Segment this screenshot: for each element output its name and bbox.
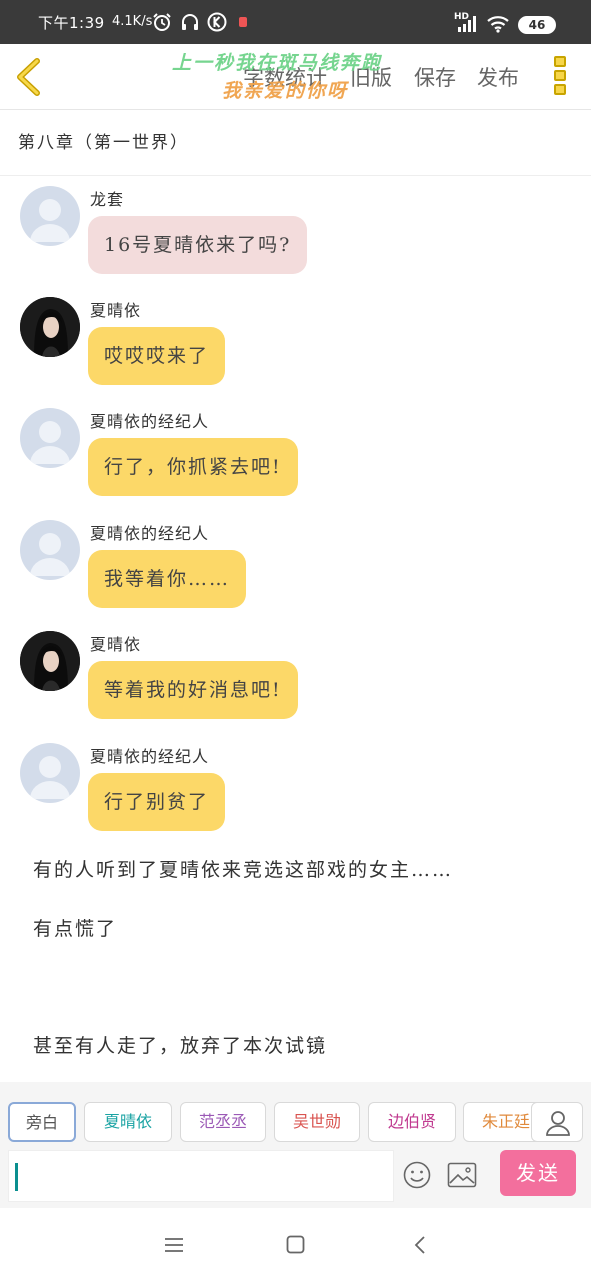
watermark-line-2: 我亲爱的你呀: [222, 80, 349, 102]
chapter-title[interactable]: 第八章（第一世界）: [18, 128, 189, 153]
message-sender: 夏晴依的经纪人: [90, 747, 210, 766]
wifi-icon: [486, 14, 510, 34]
message-input[interactable]: [8, 1150, 394, 1202]
headphones-icon: [180, 12, 200, 32]
status-net-speed: 4.1K/s: [112, 14, 153, 29]
role-label: 边伯贤: [387, 1112, 436, 1131]
status-bar: 下午1:39 4.1K/s HD 46: [0, 0, 591, 44]
role-button[interactable]: 边伯贤: [368, 1102, 456, 1142]
divider: [0, 175, 591, 176]
avatar: [20, 743, 80, 803]
status-time: 下午1:39: [38, 14, 105, 32]
avatar: [20, 186, 80, 246]
role-label: 夏晴依: [103, 1112, 152, 1131]
watermark-line-1: 上一秒我在斑马线奔跑: [172, 52, 383, 74]
role-button[interactable]: 夏晴依: [84, 1102, 172, 1142]
message-bubble[interactable]: 我等着你……: [88, 550, 247, 608]
notification-icon: [238, 12, 248, 32]
image-button[interactable]: [447, 1162, 477, 1188]
narration-text[interactable]: 有的人听到了夏晴依来竞选这部戏的女主……: [33, 855, 453, 882]
publish-button[interactable]: 发布: [477, 62, 519, 92]
image-icon: [447, 1162, 477, 1188]
role-button[interactable]: 吴世勋: [274, 1102, 360, 1142]
input-bar: 发送: [0, 1148, 591, 1208]
message-bubble[interactable]: 哎哎哎来了: [88, 327, 226, 385]
back-button[interactable]: [10, 56, 50, 98]
avatar: [20, 520, 80, 580]
avatar: [20, 408, 80, 468]
message-bubble[interactable]: 行了，你抓紧去吧!: [88, 438, 298, 496]
home-square-icon[interactable]: [285, 1234, 307, 1256]
battery-icon: 46: [518, 16, 556, 34]
role-label: 朱正廷: [482, 1112, 531, 1131]
menu-icon[interactable]: [163, 1234, 185, 1256]
role-button[interactable]: 范丞丞: [180, 1102, 266, 1142]
message-bubble[interactable]: 行了别贫了: [88, 773, 226, 831]
system-nav-bar: [0, 1210, 591, 1280]
add-role-button[interactable]: [531, 1102, 583, 1142]
narration-text[interactable]: 有点慌了: [33, 914, 117, 941]
k-badge-icon: [207, 12, 227, 32]
role-narrator-button[interactable]: 旁白: [8, 1102, 76, 1142]
text-caret: [15, 1163, 18, 1191]
avatar: [20, 631, 80, 691]
more-vertical-icon: [554, 56, 566, 67]
back-triangle-icon[interactable]: [410, 1234, 432, 1256]
message-sender: 夏晴依: [90, 635, 142, 654]
message-sender: 夏晴依的经纪人: [90, 524, 210, 543]
role-label: 吴世勋: [292, 1112, 341, 1131]
role-label: 范丞丞: [198, 1112, 247, 1131]
message-sender: 夏晴依的经纪人: [90, 412, 210, 431]
role-label: 旁白: [25, 1113, 58, 1132]
role-selector-bar: 旁白 夏晴依 范丞丞 吴世勋 边伯贤 朱正廷: [0, 1082, 591, 1148]
send-button[interactable]: 发送: [500, 1150, 576, 1196]
save-button[interactable]: 保存: [414, 62, 456, 92]
message-bubble[interactable]: 等着我的好消息吧!: [88, 661, 298, 719]
chevron-left-icon: [17, 58, 40, 96]
alarm-icon: [152, 12, 172, 32]
message-sender: 龙套: [90, 190, 125, 209]
emoji-button[interactable]: [402, 1160, 432, 1190]
narration-text[interactable]: 甚至有人走了，放弃了本次试镜: [33, 1031, 327, 1058]
signal-icon: [456, 14, 478, 34]
editor-toolbar: 字数统计 旧版 保存 发布 上一秒我在斑马线奔跑 我亲爱的你呀: [0, 44, 591, 110]
message-bubble[interactable]: 16号夏晴依来了吗?: [88, 216, 308, 274]
message-sender: 夏晴依: [90, 301, 142, 320]
person-icon: [546, 1111, 570, 1136]
avatar: [20, 297, 80, 357]
more-menu-button[interactable]: [548, 54, 572, 102]
emoji-icon: [403, 1161, 431, 1189]
